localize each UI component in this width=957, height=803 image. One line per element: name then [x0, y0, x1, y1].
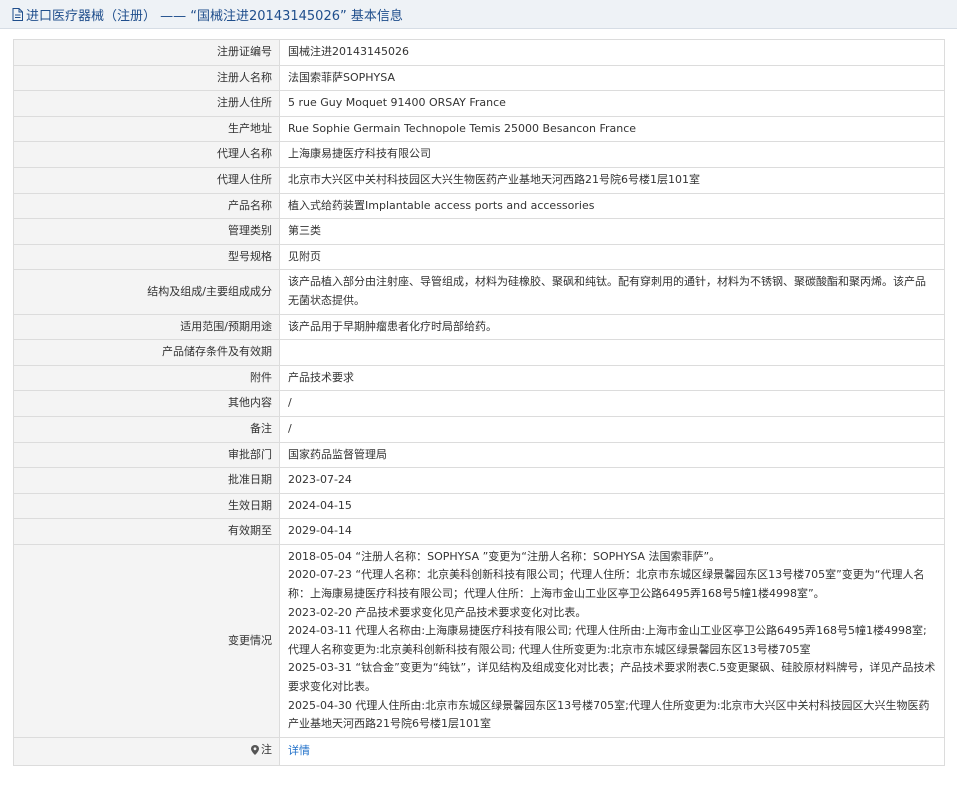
table-row: 产品储存条件及有效期: [13, 339, 945, 366]
table-row: 管理类别 第三类: [13, 218, 945, 245]
note-label: 注: [261, 742, 272, 756]
change-history-row: 变更情况 2018-05-04 “注册人名称：SOPHYSA ”变更为“注册人名…: [13, 543, 945, 738]
note-label-cell: 注: [13, 736, 280, 766]
field-label: 代理人住所: [13, 166, 280, 194]
change-entry: 2025-03-31 “钛合金”变更为“纯钛”，详见结构及组成变化对比表；产品技…: [288, 661, 936, 694]
field-value: 5 rue Guy Moquet 91400 ORSAY France: [279, 90, 945, 117]
table-row: 结构及组成/主要组成成分 该产品植入部分由注射座、导管组成，材料为硅橡胶、聚砜和…: [13, 269, 945, 315]
map-pin-icon: [251, 745, 259, 756]
device-info-table: 注册证编号 国械注进20143145026 注册人名称 法国索菲萨SOPHYSA…: [13, 39, 945, 766]
table-row: 注册人住所 5 rue Guy Moquet 91400 ORSAY Franc…: [13, 90, 945, 117]
field-label: 注册人名称: [13, 64, 280, 92]
change-history-list: 2018-05-04 “注册人名称：SOPHYSA ”变更为“注册人名称：SOP…: [279, 543, 945, 738]
table-row: 生产地址 Rue Sophie Germain Technopole Temis…: [13, 115, 945, 143]
field-value: 上海康易捷医疗科技有限公司: [279, 141, 945, 168]
field-value: [279, 339, 945, 366]
field-label: 结构及组成/主要组成成分: [13, 269, 280, 315]
field-label: 备注: [13, 415, 280, 443]
field-value: 第三类: [279, 218, 945, 245]
table-row: 代理人名称 上海康易捷医疗科技有限公司: [13, 141, 945, 168]
table-row: 其他内容 /: [13, 390, 945, 417]
field-value: 国械注进20143145026: [279, 39, 945, 66]
table-row: 附件 产品技术要求: [13, 364, 945, 392]
change-entry: 2023-02-20 产品技术要求变化见产品技术要求变化对比表。: [288, 605, 587, 619]
table-row: 注册证编号 国械注进20143145026: [13, 39, 945, 66]
field-value: 2024-04-15: [279, 492, 945, 520]
field-value: 国家药品监督管理局: [279, 441, 945, 469]
field-value: 产品技术要求: [279, 364, 945, 392]
field-value: 该产品用于早期肿瘤患者化疗时局部给药。: [279, 313, 945, 341]
field-label: 审批部门: [13, 441, 280, 469]
field-label: 产品名称: [13, 192, 280, 220]
change-entry: 2025-04-30 代理人住所由:北京市东城区绿景馨园东区13号楼705室;代…: [288, 698, 930, 731]
table-row: 型号规格 见附页: [13, 243, 945, 271]
details-link[interactable]: 详情: [288, 744, 310, 757]
table-row: 生效日期 2024-04-15: [13, 492, 945, 520]
field-label: 附件: [13, 364, 280, 392]
page-header: 进口医疗器械（注册） —— “国械注进20143145026” 基本信息: [0, 0, 957, 29]
field-value: 北京市大兴区中关村科技园区大兴生物医药产业基地天河西路21号院6号楼1层101室: [279, 166, 945, 194]
table-row: 批准日期 2023-07-24: [13, 467, 945, 494]
change-entry: 2020-07-23 “代理人名称：北京美科创新科技有限公司；代理人住所：北京市…: [288, 568, 925, 601]
table-row: 有效期至 2029-04-14: [13, 518, 945, 545]
field-label: 生产地址: [13, 115, 280, 143]
table-row: 代理人住所 北京市大兴区中关村科技园区大兴生物医药产业基地天河西路21号院6号楼…: [13, 166, 945, 194]
field-value: /: [279, 415, 945, 443]
field-value: 该产品植入部分由注射座、导管组成，材料为硅橡胶、聚砜和纯钛。配有穿刺用的通针，材…: [279, 269, 945, 315]
note-value-cell: 详情: [279, 736, 945, 766]
field-label: 有效期至: [13, 518, 280, 545]
field-value: 植入式给药装置Implantable access ports and acce…: [279, 192, 945, 220]
table-row: 注册人名称 法国索菲萨SOPHYSA: [13, 64, 945, 92]
field-value: /: [279, 390, 945, 417]
table-row: 审批部门 国家药品监督管理局: [13, 441, 945, 469]
note-row: 注 详情: [13, 736, 945, 766]
field-value: 2023-07-24: [279, 467, 945, 494]
field-label: 管理类别: [13, 218, 280, 245]
field-label: 批准日期: [13, 467, 280, 494]
field-value: 见附页: [279, 243, 945, 271]
page-title: 进口医疗器械（注册） —— “国械注进20143145026” 基本信息: [26, 8, 403, 24]
table-row: 适用范围/预期用途 该产品用于早期肿瘤患者化疗时局部给药。: [13, 313, 945, 341]
field-label: 其他内容: [13, 390, 280, 417]
document-icon: [12, 7, 23, 21]
table-row: 产品名称 植入式给药装置Implantable access ports and…: [13, 192, 945, 220]
field-value: Rue Sophie Germain Technopole Temis 2500…: [279, 115, 945, 143]
field-label: 产品储存条件及有效期: [13, 339, 280, 366]
field-label: 适用范围/预期用途: [13, 313, 280, 341]
field-value: 法国索菲萨SOPHYSA: [279, 64, 945, 92]
change-entry: 2018-05-04 “注册人名称：SOPHYSA ”变更为“注册人名称：SOP…: [288, 549, 721, 563]
field-label: 型号规格: [13, 243, 280, 271]
field-value: 2029-04-14: [279, 518, 945, 545]
field-label: 注册证编号: [13, 39, 280, 66]
field-label: 代理人名称: [13, 141, 280, 168]
table-row: 备注 /: [13, 415, 945, 443]
change-history-label: 变更情况: [13, 543, 280, 738]
field-label: 生效日期: [13, 492, 280, 520]
change-entry: 2024-03-11 代理人名称由:上海康易捷医疗科技有限公司; 代理人住所由:…: [288, 624, 927, 656]
field-label: 注册人住所: [13, 90, 280, 117]
